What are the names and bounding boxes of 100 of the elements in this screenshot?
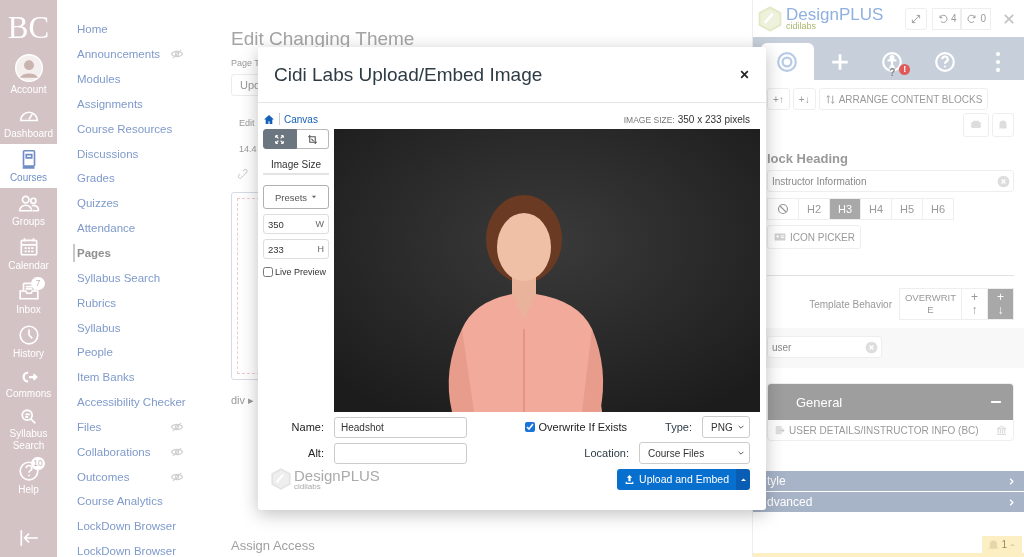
course-nav-link[interactable]: Assignments [77, 97, 143, 110]
section-bar[interactable]: dvanced [753, 492, 1024, 512]
overwrite-checkbox[interactable] [525, 422, 536, 432]
count-badge: 7 [31, 277, 45, 290]
nav-item[interactable]: Calendar [0, 232, 57, 276]
filter-field[interactable]: user [767, 336, 882, 358]
arrange-button[interactable]: ARRANGE CONTENT BLOCKS [818, 88, 989, 110]
heading-level-button[interactable]: H4 [860, 198, 892, 220]
course-nav-link[interactable]: Grades [77, 172, 115, 185]
heading-level-button[interactable]: H6 [922, 198, 954, 220]
course-nav-link[interactable]: Syllabus [77, 321, 121, 334]
notification-badge[interactable]: 1 [982, 536, 1022, 553]
template-button[interactable] [963, 113, 989, 137]
ghost-button[interactable] [992, 113, 1014, 137]
course-nav-link[interactable]: Item Banks [77, 371, 135, 384]
breadcrumb-link[interactable]: Canvas [284, 113, 318, 125]
caret-up-icon [739, 475, 747, 483]
nav-item[interactable]: Dashboard [0, 100, 57, 144]
course-nav-link[interactable]: Outcomes [77, 470, 130, 483]
no-heading-button[interactable] [767, 198, 799, 220]
nav-item[interactable]: Inbox 7 [0, 276, 57, 320]
alert-badge: ! [899, 64, 911, 75]
mode-button[interactable] [296, 129, 329, 149]
course-nav-link[interactable]: Course Analytics [77, 495, 163, 508]
resize-icon [274, 133, 286, 145]
course-nav-link[interactable]: Announcements [77, 48, 161, 61]
logo-text: DesignPLUS [294, 467, 380, 483]
heading-level-button[interactable]: H5 [891, 198, 923, 220]
clear-icon [997, 175, 1010, 188]
course-nav-link[interactable]: Collaborations [77, 445, 151, 458]
id-card-icon [773, 231, 787, 243]
live-preview-checkbox[interactable] [263, 267, 273, 277]
course-nav-link[interactable]: Syllabus Search [77, 271, 161, 284]
chevron-right-icon [1007, 497, 1016, 507]
course-nav-link[interactable]: Home [77, 23, 108, 36]
course-nav-link[interactable]: LockDown Browser [77, 545, 177, 557]
question-mark: ? [889, 67, 896, 78]
field-label: Location: [584, 447, 629, 459]
behavior-option[interactable]: +↓ [987, 288, 1014, 320]
course-nav-link[interactable]: Modules [77, 73, 121, 86]
undo-button[interactable]: 4 [931, 7, 962, 30]
block-item[interactable]: USER DETAILS/INSTRUCTOR INFO (BC) [768, 420, 1013, 440]
nav-item[interactable]: Syllabus Search [0, 404, 57, 456]
course-nav-link[interactable]: LockDown Browser [77, 520, 177, 533]
section-heading: Image Size [263, 159, 329, 175]
course-nav-link[interactable]: Files [77, 420, 102, 433]
expand-button[interactable] [904, 7, 927, 30]
insert-button[interactable]: +↓ [792, 88, 816, 110]
behavior-option[interactable]: +↑ [961, 288, 988, 320]
collapse-icon [17, 527, 40, 549]
logo-subtext: cidilabs [786, 22, 816, 31]
redo-button[interactable]: 0 [961, 7, 991, 30]
location-select[interactable]: Course Files [639, 442, 750, 464]
section-header[interactable]: General [768, 384, 1013, 420]
icon-picker-button[interactable]: ICON PICKER [767, 225, 861, 249]
course-nav-link[interactable]: Attendance [77, 222, 136, 235]
caret-down-icon [311, 194, 318, 200]
heading-field[interactable]: Instructor Information [767, 170, 1014, 192]
field-label: Page T [231, 58, 260, 68]
course-nav-link[interactable]: Discussions [77, 147, 139, 160]
course-nav-link[interactable]: Course Resources [77, 122, 173, 135]
dropdown-button[interactable] [736, 468, 750, 490]
toolbar-label: Edit [239, 118, 255, 128]
upload-button[interactable]: Upload and Embed [617, 468, 736, 490]
section-heading: Assign Access [231, 538, 315, 553]
close-icon [739, 69, 750, 80]
close-icon [1002, 11, 1016, 26]
course-nav-link[interactable]: Quizzes [77, 197, 119, 210]
presets-button[interactable]: Presets [263, 185, 329, 209]
course-nav-link[interactable]: Pages [77, 247, 111, 259]
panel-tab[interactable]: ? ! [866, 43, 919, 80]
clock-icon [17, 324, 40, 346]
checkbox-label: Overwrite If Exists [538, 421, 628, 433]
course-nav-link[interactable]: Accessibility Checker [77, 396, 186, 409]
insert-button[interactable]: +↑ [767, 88, 790, 110]
course-nav-link[interactable]: People [77, 346, 113, 359]
nav-item[interactable]: Groups [0, 188, 57, 232]
behavior-option[interactable]: OVERWRITE [899, 288, 962, 320]
name-field[interactable]: Headshot [334, 416, 467, 438]
course-nav-link[interactable]: Rubrics [77, 296, 116, 309]
nav-item[interactable]: Courses [0, 144, 57, 188]
nav-item[interactable]: Commons [0, 364, 57, 404]
nav-item[interactable]: Account [0, 50, 57, 100]
unit-label: H [317, 244, 324, 254]
file-icon [774, 424, 785, 436]
hexagon-logo-icon [757, 5, 783, 32]
page-title: Edit Changing Theme [231, 28, 415, 50]
inbox-icon [17, 280, 40, 302]
nav-item[interactable]: Help 10 [0, 456, 57, 500]
avatar-icon [14, 54, 43, 82]
expand-icon [909, 12, 922, 25]
alt-field[interactable] [334, 442, 467, 464]
nav-item[interactable]: History [0, 320, 57, 364]
heading-level-button[interactable]: H3 [829, 198, 861, 220]
type-select[interactable]: PNG [702, 416, 750, 438]
logo-subtext: cidilabs [294, 482, 321, 491]
mode-button[interactable] [263, 129, 297, 149]
link-icon [237, 168, 251, 182]
toolbox-icon [969, 119, 983, 131]
heading-level-button[interactable]: H2 [798, 198, 830, 220]
